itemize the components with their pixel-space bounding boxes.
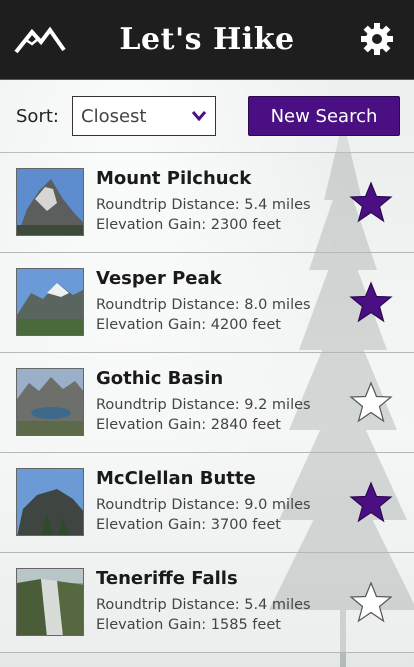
- hike-elevation: Elevation Gain: 3700 feet: [96, 517, 281, 533]
- hike-distance: Roundtrip Distance: 8.0 miles: [96, 297, 311, 313]
- hike-elevation: Elevation Gain: 2300 feet: [96, 217, 281, 233]
- sort-label: Sort:: [16, 105, 59, 127]
- hike-thumbnail: [16, 168, 84, 236]
- hike-list: Mount Pilchuck Roundtrip Distance: 5.4 m…: [0, 153, 414, 653]
- hike-thumbnail: [16, 568, 84, 636]
- hike-distance: Roundtrip Distance: 5.4 miles: [96, 597, 311, 613]
- hike-name: Mount Pilchuck: [96, 168, 252, 189]
- sort-bar: Sort: Closest New Search: [0, 80, 414, 153]
- hike-name: McClellan Butte: [96, 468, 256, 489]
- app-title: Let's Hike: [119, 22, 295, 57]
- gear-icon[interactable]: [360, 22, 394, 56]
- new-search-button[interactable]: New Search: [248, 96, 400, 136]
- list-item[interactable]: Vesper Peak Roundtrip Distance: 8.0 mile…: [0, 253, 414, 353]
- sort-dropdown[interactable]: Closest: [72, 96, 216, 136]
- hike-name: Vesper Peak: [96, 268, 222, 289]
- hike-elevation: Elevation Gain: 2840 feet: [96, 417, 281, 433]
- hike-elevation: Elevation Gain: 1585 feet: [96, 617, 281, 633]
- hike-thumbnail: [16, 268, 84, 336]
- hike-distance: Roundtrip Distance: 9.0 miles: [96, 497, 311, 513]
- app-header: Let's Hike: [0, 0, 414, 80]
- hike-distance: Roundtrip Distance: 5.4 miles: [96, 197, 311, 213]
- list-item[interactable]: Teneriffe Falls Roundtrip Distance: 5.4 …: [0, 553, 414, 653]
- star-filled-icon[interactable]: [349, 181, 393, 223]
- hike-thumbnail: [16, 368, 84, 436]
- hike-elevation: Elevation Gain: 4200 feet: [96, 317, 281, 333]
- sort-selected-value: Closest: [81, 105, 147, 127]
- star-outline-icon[interactable]: [349, 381, 393, 423]
- chevron-down-icon: [191, 111, 207, 122]
- hike-distance: Roundtrip Distance: 9.2 miles: [96, 397, 311, 413]
- list-item[interactable]: Gothic Basin Roundtrip Distance: 9.2 mil…: [0, 353, 414, 453]
- star-outline-icon[interactable]: [349, 581, 393, 623]
- star-filled-icon[interactable]: [349, 281, 393, 323]
- mountain-icon[interactable]: [14, 22, 66, 58]
- list-item[interactable]: McClellan Butte Roundtrip Distance: 9.0 …: [0, 453, 414, 553]
- star-filled-icon[interactable]: [349, 481, 393, 523]
- list-item[interactable]: Mount Pilchuck Roundtrip Distance: 5.4 m…: [0, 153, 414, 253]
- hike-name: Gothic Basin: [96, 368, 224, 389]
- hike-name: Teneriffe Falls: [96, 568, 238, 589]
- hike-thumbnail: [16, 468, 84, 536]
